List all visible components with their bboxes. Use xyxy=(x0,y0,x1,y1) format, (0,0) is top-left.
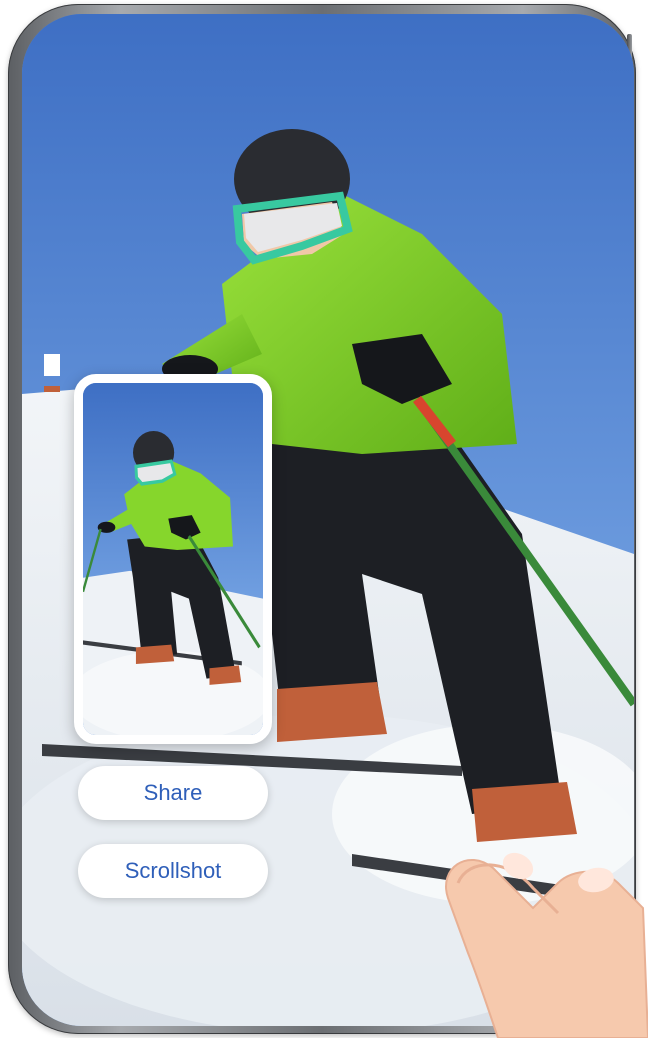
screenshot-thumbnail[interactable] xyxy=(74,374,272,744)
share-button[interactable]: Share xyxy=(78,766,268,820)
scrollshot-button-label: Scrollshot xyxy=(124,858,222,883)
hand-pointer-icon xyxy=(438,788,648,1038)
scrollshot-button[interactable]: Scrollshot xyxy=(78,844,268,898)
share-button-label: Share xyxy=(143,780,203,805)
thumbnail-image xyxy=(83,383,263,735)
